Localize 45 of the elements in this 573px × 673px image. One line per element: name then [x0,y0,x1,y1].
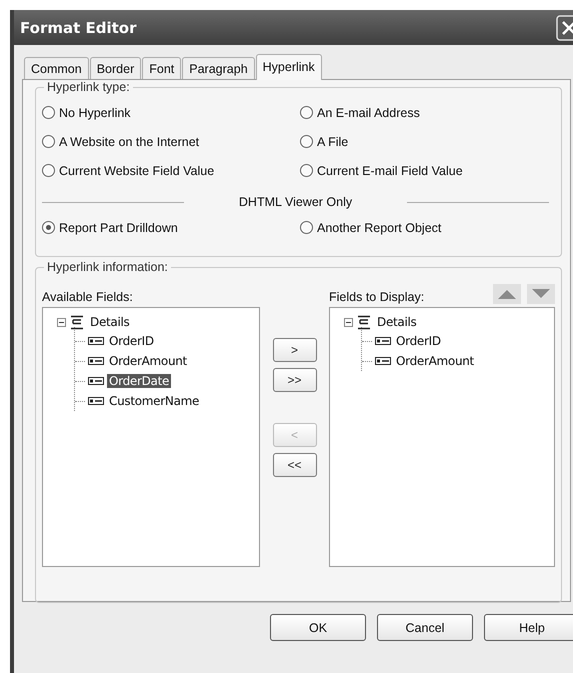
tab[interactable]: Common [24,57,89,79]
section-label: DHTML Viewer Only [238,195,352,209]
tree-item[interactable]: OrderAmount [107,354,189,368]
move-down-icon[interactable] [527,284,555,304]
field-icon [88,377,104,385]
field-icon [88,357,104,365]
radio-button[interactable]: Another Report Object [300,219,561,236]
field-icon [88,337,104,345]
group-title: Hyperlink type: [46,80,131,94]
section-icon [70,314,84,330]
tree-item[interactable]: CustomerName [107,394,202,408]
tab[interactable]: Hyperlink [256,54,322,80]
collapse-icon[interactable] [57,318,66,326]
dialog-button[interactable]: Cancel [377,614,473,641]
tree-item[interactable]: Details [88,315,132,329]
collapse-icon[interactable] [344,318,353,326]
tree-item[interactable]: OrderDate [107,374,172,388]
radio-button[interactable]: A Website on the Internet [42,133,300,150]
tab[interactable]: Paragraph [182,57,255,79]
radio-button[interactable]: A File [300,133,561,150]
radio-button[interactable]: Current Website Field Value [42,162,300,179]
list-label: Available Fields: [42,290,133,304]
tree-item[interactable]: OrderID [394,334,443,348]
tab[interactable]: Border [90,57,142,79]
section-icon [357,314,371,330]
field-icon [375,357,391,365]
tree-item[interactable]: OrderAmount [394,354,476,368]
tree-item[interactable]: OrderID [107,334,156,348]
tab[interactable]: Font [142,57,182,79]
move-up-icon[interactable] [493,284,521,304]
radio-button[interactable]: No Hyperlink [42,104,300,121]
radio-button[interactable]: Report Part Drilldown [42,219,300,236]
group-title: Hyperlink information: [46,260,169,274]
radio-button[interactable]: An E-mail Address [300,104,561,121]
field-icon [375,337,391,345]
tree-item[interactable]: Details [375,315,419,329]
dialog-button[interactable]: Help [484,614,573,641]
window-title: Format Editor [20,18,136,36]
move-button[interactable]: >> [272,368,316,392]
list-label: Fields to Display: [329,290,424,304]
radio-button[interactable]: Current E-mail Field Value [300,162,561,179]
move-button[interactable]: > [272,338,316,362]
field-icon [88,397,104,405]
dialog-button[interactable]: OK [270,614,366,641]
move-button[interactable]: << [272,453,316,477]
